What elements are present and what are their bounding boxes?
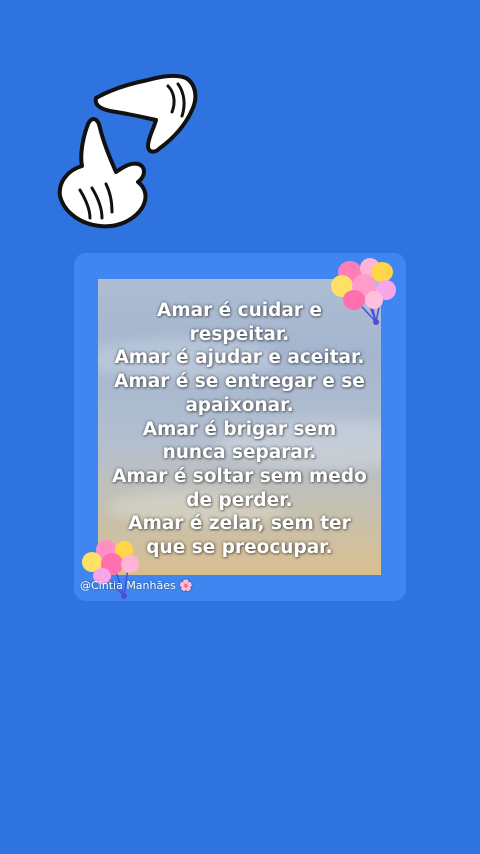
quote-line: nunca separar. [162,442,317,464]
balloon-bunch-icon [82,540,139,599]
quote-line: Amar é soltar sem medo [112,465,367,487]
quote-line: Amar é se entregar e se [114,371,365,393]
quote-line: Amar é zelar, sem ter [128,513,351,535]
flower-icon: 🌸 [179,579,193,592]
quote-line: de perder. [186,489,293,511]
credit-handle: @Cintia Manhães [80,579,176,592]
quote-line: Amar é ajudar e aceitar. [114,347,365,369]
quote-text: Amar é cuidar e respeitar. Amar é ajudar… [98,299,381,560]
quote-line: Amar é brigar sem [142,418,337,440]
quote-line: apaixonar. [185,394,294,416]
credit-label: @Cintia Manhães 🌸 [80,579,193,592]
balloon-bunch-icon [331,258,396,325]
framing-hands-icon [57,73,198,229]
